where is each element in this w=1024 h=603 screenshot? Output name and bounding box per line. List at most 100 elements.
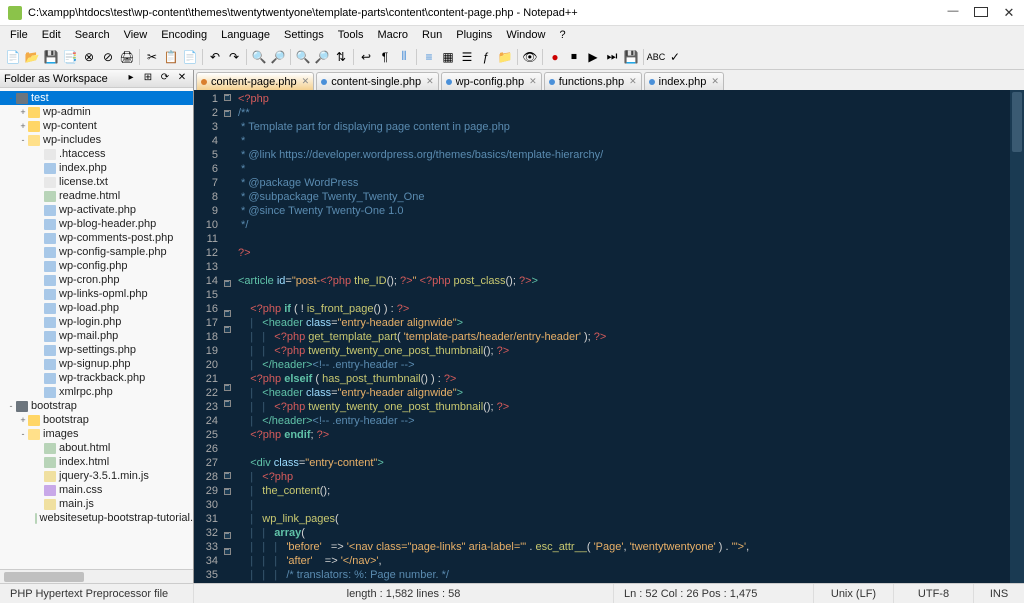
tab-close-icon[interactable]: ✕ xyxy=(426,76,434,87)
zoom-in-icon[interactable]: 🔍 xyxy=(294,48,312,66)
tree-item[interactable]: index.html xyxy=(0,455,193,469)
spellcheck2-icon[interactable]: ✓ xyxy=(666,48,684,66)
maximize-button[interactable] xyxy=(974,5,988,21)
menu-macro[interactable]: Macro xyxy=(371,28,414,42)
sidebar-expand-icon[interactable]: ⊞ xyxy=(141,72,155,86)
spellcheck-icon[interactable]: ABC xyxy=(647,48,665,66)
menu-file[interactable]: File xyxy=(4,28,34,42)
menu-encoding[interactable]: Encoding xyxy=(155,28,213,42)
tree-item[interactable]: -test xyxy=(0,91,193,105)
stop-icon[interactable]: ⏹ xyxy=(565,48,583,66)
menu-settings[interactable]: Settings xyxy=(278,28,330,42)
tree-item[interactable]: wp-mail.php xyxy=(0,329,193,343)
find-icon[interactable]: 🔍 xyxy=(250,48,268,66)
sidebar-refresh-icon[interactable]: ⟳ xyxy=(158,72,172,86)
record-icon[interactable]: ● xyxy=(546,48,564,66)
fold-column[interactable] xyxy=(222,90,232,583)
tab-close-icon[interactable]: ✕ xyxy=(711,76,719,87)
menu-language[interactable]: Language xyxy=(215,28,276,42)
sidebar-collapse-icon[interactable]: ▸ xyxy=(124,72,138,86)
redo-icon[interactable]: ↷ xyxy=(225,48,243,66)
show-all-icon[interactable]: ¶ xyxy=(376,48,394,66)
editor-vscroll[interactable] xyxy=(1010,90,1024,583)
copy-icon[interactable]: 📋 xyxy=(162,48,180,66)
folder-workspace-icon[interactable]: 📁 xyxy=(496,48,514,66)
menu-tools[interactable]: Tools xyxy=(332,28,370,42)
menu-edit[interactable]: Edit xyxy=(36,28,67,42)
save-all-icon[interactable]: 📑 xyxy=(61,48,79,66)
indent-guide-icon[interactable]: ⫴ xyxy=(395,48,413,66)
tree-item[interactable]: license.txt xyxy=(0,175,193,189)
file-tree[interactable]: -test+wp-admin+wp-content-wp-includes.ht… xyxy=(0,88,193,569)
tree-item[interactable]: +wp-content xyxy=(0,119,193,133)
play-multi-icon[interactable]: ⏭ xyxy=(603,48,621,66)
tree-item[interactable]: wp-blog-header.php xyxy=(0,217,193,231)
print-icon[interactable]: 🖨 xyxy=(118,48,136,66)
minimize-button[interactable]: — xyxy=(946,5,960,21)
code-editor[interactable]: 1234567891011121314151617181920212223242… xyxy=(194,90,1024,583)
menu-window[interactable]: Window xyxy=(500,28,551,42)
tree-item[interactable]: wp-login.php xyxy=(0,315,193,329)
monitor-icon[interactable]: 👁 xyxy=(521,48,539,66)
tab[interactable]: wp-config.php✕ xyxy=(441,72,542,90)
tree-item[interactable]: wp-comments-post.php xyxy=(0,231,193,245)
func-list-icon[interactable]: ƒ xyxy=(477,48,495,66)
sync-v-icon[interactable]: ⇅ xyxy=(332,48,350,66)
tree-item[interactable]: wp-config-sample.php xyxy=(0,245,193,259)
source-text[interactable]: <?php/** * Template part for displaying … xyxy=(232,90,1010,583)
tree-item[interactable]: main.css xyxy=(0,483,193,497)
replace-icon[interactable]: 🔎 xyxy=(269,48,287,66)
tree-item[interactable]: .htaccess xyxy=(0,147,193,161)
menu-plugins[interactable]: Plugins xyxy=(450,28,498,42)
tree-item[interactable]: -images xyxy=(0,427,193,441)
tree-item[interactable]: index.php xyxy=(0,161,193,175)
tree-item[interactable]: -bootstrap xyxy=(0,399,193,413)
save-macro-icon[interactable]: 💾 xyxy=(622,48,640,66)
tree-item[interactable]: jquery-3.5.1.min.js xyxy=(0,469,193,483)
undo-icon[interactable]: ↶ xyxy=(206,48,224,66)
tree-item[interactable]: wp-links-opml.php xyxy=(0,287,193,301)
paste-icon[interactable]: 📄 xyxy=(181,48,199,66)
menu-?[interactable]: ? xyxy=(553,28,571,42)
tree-item[interactable]: -wp-includes xyxy=(0,133,193,147)
tree-item[interactable]: main.js xyxy=(0,497,193,511)
tab-close-icon[interactable]: ✕ xyxy=(629,76,637,87)
tree-item[interactable]: +bootstrap xyxy=(0,413,193,427)
udl-icon[interactable]: ≡ xyxy=(420,48,438,66)
wordwrap-icon[interactable]: ↩ xyxy=(357,48,375,66)
tree-item[interactable]: wp-activate.php xyxy=(0,203,193,217)
tree-item[interactable]: wp-cron.php xyxy=(0,273,193,287)
tree-item[interactable]: readme.html xyxy=(0,189,193,203)
tab[interactable]: functions.php✕ xyxy=(544,72,642,90)
close-button[interactable]: ✕ xyxy=(1002,5,1016,21)
tree-item[interactable]: about.html xyxy=(0,441,193,455)
tree-item[interactable]: wp-settings.php xyxy=(0,343,193,357)
doc-map-icon[interactable]: ▦ xyxy=(439,48,457,66)
new-icon[interactable]: 📄 xyxy=(4,48,22,66)
tree-item[interactable]: wp-signup.php xyxy=(0,357,193,371)
tree-item[interactable]: websitesetup-bootstrap-tutorial. xyxy=(0,511,193,525)
doc-list-icon[interactable]: ☰ xyxy=(458,48,476,66)
sidebar-close-icon[interactable]: ✕ xyxy=(175,72,189,86)
tab[interactable]: index.php✕ xyxy=(644,72,724,90)
tab[interactable]: content-page.php✕ xyxy=(196,72,314,90)
tree-item[interactable]: wp-config.php xyxy=(0,259,193,273)
menu-search[interactable]: Search xyxy=(69,28,116,42)
zoom-out-icon[interactable]: 🔎 xyxy=(313,48,331,66)
sidebar-hscroll[interactable] xyxy=(0,569,193,583)
save-icon[interactable]: 💾 xyxy=(42,48,60,66)
close-file-icon[interactable]: ⊗ xyxy=(80,48,98,66)
cut-icon[interactable]: ✂ xyxy=(143,48,161,66)
tab[interactable]: content-single.php✕ xyxy=(316,72,438,90)
tab-close-icon[interactable]: ✕ xyxy=(529,76,537,87)
tree-item[interactable]: wp-load.php xyxy=(0,301,193,315)
close-all-icon[interactable]: ⊘ xyxy=(99,48,117,66)
tree-item[interactable]: xmlrpc.php xyxy=(0,385,193,399)
play-icon[interactable]: ▶ xyxy=(584,48,602,66)
tree-item[interactable]: +wp-admin xyxy=(0,105,193,119)
open-icon[interactable]: 📂 xyxy=(23,48,41,66)
tab-close-icon[interactable]: ✕ xyxy=(302,76,310,87)
menu-run[interactable]: Run xyxy=(416,28,448,42)
menu-view[interactable]: View xyxy=(118,28,154,42)
tree-item[interactable]: wp-trackback.php xyxy=(0,371,193,385)
